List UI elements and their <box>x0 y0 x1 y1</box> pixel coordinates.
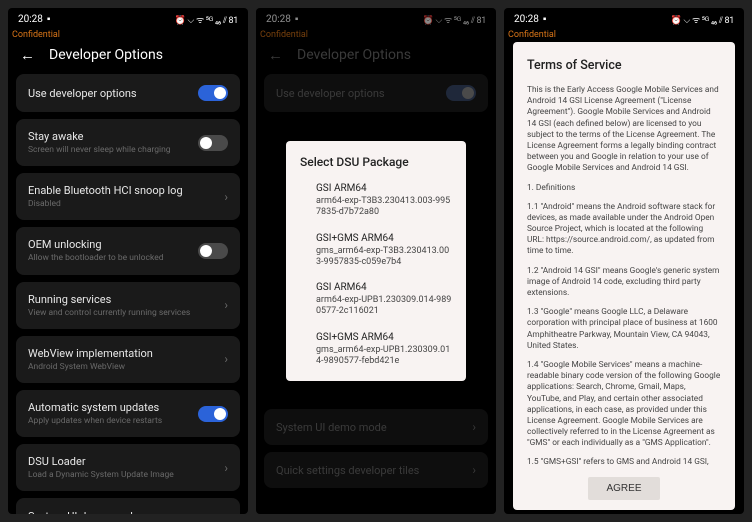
dsu-package-option[interactable]: GSI ARM64 arm64-exp-T3B3.230413.003-9957… <box>300 183 452 219</box>
chevron-right-icon: › <box>224 298 228 312</box>
page-title: Developer Options <box>49 47 163 63</box>
tos-paragraph: 1.4 "Google Mobile Services" means a mac… <box>527 360 721 450</box>
dsu-select-dialog: Select DSU Package GSI ARM64 arm64-exp-T… <box>286 141 466 381</box>
back-icon[interactable]: ← <box>20 46 35 64</box>
row-title: Running services <box>28 293 220 306</box>
row-webview[interactable]: WebView implementation Android System Web… <box>16 336 240 383</box>
row-subtitle: Android System WebView <box>28 362 220 372</box>
notif-dot: ▪ <box>47 14 51 25</box>
row-subtitle: Screen will never sleep while charging <box>28 145 198 155</box>
status-bar: 20:28 ▪ ⏰ ⌵ ᯤ ⁵ᴳ ₄₆ ⫽ 81 <box>8 8 248 30</box>
tos-title: Terms of Service <box>527 58 721 73</box>
settings-list: Use developer options Stay awake Screen w… <box>8 74 248 514</box>
row-subtitle: Apply updates when device restarts <box>28 416 198 426</box>
phone-dev-options: 20:28 ▪ ⏰ ⌵ ᯤ ⁵ᴳ ₄₆ ⫽ 81 Confidential ← D… <box>8 8 248 514</box>
row-title: Enable Bluetooth HCI snoop log <box>28 184 220 197</box>
row-title: OEM unlocking <box>28 238 198 251</box>
package-id: arm64-exp-T3B3.230413.003-9957835-d7b72a… <box>316 196 452 219</box>
row-dsu-loader[interactable]: DSU Loader Load a Dynamic System Update I… <box>16 444 240 491</box>
row-subtitle: Load a Dynamic System Update Image <box>28 470 220 480</box>
tos-paragraph: 1.3 "Google" means Google LLC, a Delawar… <box>527 307 721 352</box>
dsu-package-option[interactable]: GSI+GMS ARM64 gms_arm64-exp-T3B3.230413.… <box>300 233 452 269</box>
tos-backdrop: Terms of Service This is the Early Acces… <box>504 8 744 514</box>
chevron-right-icon: › <box>224 509 228 514</box>
toggle-use-dev[interactable] <box>198 85 228 101</box>
row-title: WebView implementation <box>28 347 220 360</box>
chevron-right-icon: › <box>224 352 228 366</box>
tos-paragraph: 1. Definitions <box>527 183 721 194</box>
row-title: Automatic system updates <box>28 401 198 414</box>
toggle-oem[interactable] <box>198 243 228 259</box>
package-id: gms_arm64-exp-T3B3.230413.003-9957835-c0… <box>316 246 452 269</box>
tos-paragraph: 1.1 "Android" means the Android software… <box>527 202 721 258</box>
tos-paragraph: 1.2 "Android 14 GSI" means Google's gene… <box>527 266 721 300</box>
chevron-right-icon: › <box>224 461 228 475</box>
phone-tos: 20:28▪ ⏰ ⌵ ᯤ ⁵ᴳ ₄₆ ⫽ 81 Confidential Ter… <box>504 8 744 514</box>
row-title: System UI demo mode <box>28 510 220 514</box>
agree-button[interactable]: AGREE <box>588 477 659 500</box>
toggle-auto-updates[interactable] <box>198 406 228 422</box>
dialog-title: Select DSU Package <box>300 155 452 169</box>
row-sysui-demo[interactable]: System UI demo mode › <box>16 498 240 514</box>
status-icons: ⏰ ⌵ ᯤ ⁵ᴳ ₄₆ ⫽ 81 <box>175 13 238 26</box>
package-name: GSI+GMS ARM64 <box>316 233 452 244</box>
row-title: DSU Loader <box>28 455 220 468</box>
dsu-package-option[interactable]: GSI ARM64 arm64-exp-UPB1.230309.014-9890… <box>300 282 452 318</box>
chevron-right-icon: › <box>224 190 228 204</box>
row-subtitle: Allow the bootloader to be unlocked <box>28 253 198 263</box>
package-id: arm64-exp-UPB1.230309.014-9890577-2c1160… <box>316 295 452 318</box>
header: ← Developer Options <box>8 40 248 74</box>
row-stay-awake[interactable]: Stay awake Screen will never sleep while … <box>16 119 240 166</box>
row-subtitle: View and control currently running servi… <box>28 308 220 318</box>
row-title: Use developer options <box>28 87 198 100</box>
row-running-services[interactable]: Running services View and control current… <box>16 282 240 329</box>
toggle-stay-awake[interactable] <box>198 135 228 151</box>
confidential-label: Confidential <box>8 30 248 40</box>
package-id: gms_arm64-exp-UPB1.230309.014-9890577-fe… <box>316 345 452 368</box>
row-use-developer-options[interactable]: Use developer options <box>16 74 240 112</box>
tos-dialog: Terms of Service This is the Early Acces… <box>513 42 735 510</box>
modal-backdrop[interactable]: Select DSU Package GSI ARM64 arm64-exp-T… <box>256 8 496 514</box>
row-subtitle: Disabled <box>28 199 220 209</box>
package-name: GSI ARM64 <box>316 282 452 293</box>
row-bt-snoop[interactable]: Enable Bluetooth HCI snoop log Disabled › <box>16 173 240 220</box>
row-auto-updates[interactable]: Automatic system updates Apply updates wh… <box>16 390 240 437</box>
row-oem-unlocking[interactable]: OEM unlocking Allow the bootloader to be … <box>16 227 240 274</box>
status-time: 20:28 <box>18 14 43 25</box>
row-title: Stay awake <box>28 130 198 143</box>
package-name: GSI+GMS ARM64 <box>316 332 452 343</box>
tos-paragraph: 1.5 "GMS+GSI" refers to GMS and Android … <box>527 457 721 469</box>
tos-paragraph: This is the Early Access Google Mobile S… <box>527 85 721 175</box>
dsu-package-option[interactable]: GSI+GMS ARM64 gms_arm64-exp-UPB1.230309.… <box>300 332 452 368</box>
phone-dsu-select: 20:28▪ ⏰ ⌵ ᯤ ⁵ᴳ ₄₆ ⫽ 81 Confidential ← D… <box>256 8 496 514</box>
package-name: GSI ARM64 <box>316 183 452 194</box>
tos-body[interactable]: This is the Early Access Google Mobile S… <box>527 85 721 469</box>
